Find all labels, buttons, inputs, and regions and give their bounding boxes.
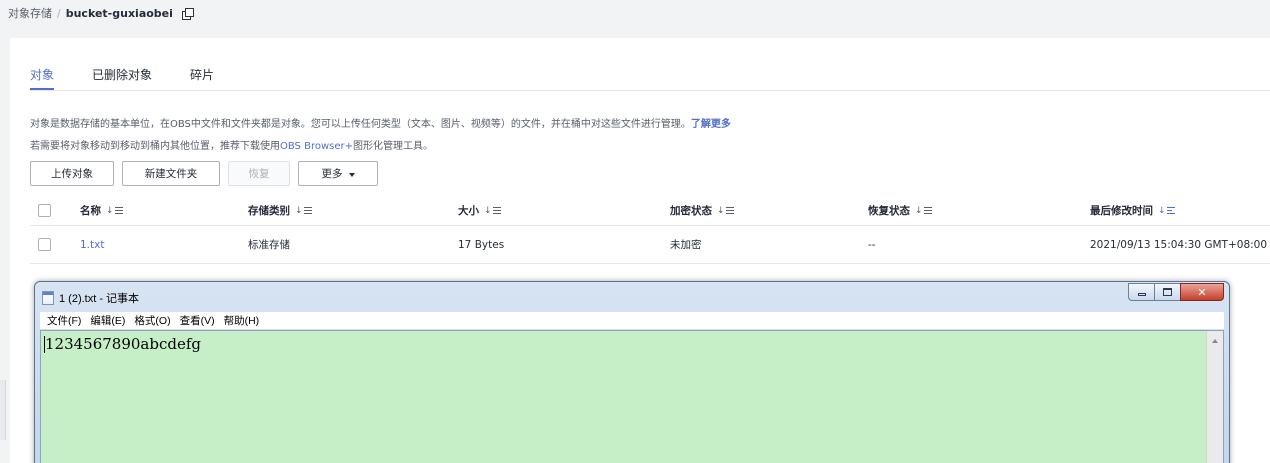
more-label: 更多 (321, 168, 343, 180)
column-header-encryption[interactable]: 加密状态 ↓ (670, 196, 734, 225)
minimize-icon (1137, 293, 1146, 296)
upload-object-button[interactable]: 上传对象 (30, 161, 114, 186)
menu-edit[interactable]: 编辑(E) (90, 313, 125, 328)
tab-fragments[interactable]: 碎片 (190, 66, 214, 90)
sort-icon[interactable]: ↓ (106, 206, 123, 216)
column-encryption-label: 加密状态 (670, 205, 712, 217)
cell-encryption: 未加密 (670, 239, 702, 251)
close-button[interactable]: ✕ (1180, 283, 1224, 301)
cell-storage-class: 标准存储 (248, 239, 290, 251)
column-header-restore-status[interactable]: 恢复状态 ↓ (868, 196, 932, 225)
cell-name: 1.txt (80, 226, 104, 263)
column-header-size[interactable]: 大小 ↓ (458, 196, 501, 225)
scroll-up-icon[interactable] (1212, 339, 1218, 343)
close-icon: ✕ (1197, 285, 1207, 299)
column-last-modified-label: 最后修改时间 (1090, 205, 1153, 217)
notepad-content: 1234567890abcdefg (43, 335, 202, 353)
sort-icon[interactable]: ↓ (484, 206, 501, 216)
sort-active-icon[interactable]: ↓ (1158, 206, 1175, 216)
column-restore-status-label: 恢复状态 (868, 205, 910, 217)
description-text-2: 若需要将对象移动到移动到桶内其他位置，推荐下载使用 (30, 141, 280, 152)
breadcrumb-root[interactable]: 对象存储 (8, 5, 52, 21)
tab-deleted-objects[interactable]: 已删除对象 (92, 66, 152, 90)
column-header-name[interactable]: 名称 ↓ (80, 196, 123, 225)
objects-table: 名称 ↓ 存储类别 ↓ 大小 ↓ 加密状态 ↓ 恢复状态 ↓ 最后修改时间 ↓ (30, 196, 1270, 264)
description-text: 对象是数据存储的基本单位，在OBS中文件和文件夹都是对象。您可以上传任何类型（文… (30, 119, 691, 130)
menu-help[interactable]: 帮助(H) (224, 313, 260, 328)
tabs-divider (30, 90, 1270, 91)
column-storage-class-label: 存储类别 (248, 205, 290, 217)
toolbar: 上传对象 新建文件夹 恢复 更多 (30, 161, 378, 186)
more-button[interactable]: 更多 (298, 161, 378, 186)
cell-restore-status: -- (868, 238, 876, 251)
column-header-storage-class[interactable]: 存储类别 ↓ (248, 196, 312, 225)
description-line-1: 对象是数据存储的基本单位，在OBS中文件和文件夹都是对象。您可以上传任何类型（文… (30, 115, 731, 130)
window-controls: ✕ (1128, 283, 1224, 301)
table-header: 名称 ↓ 存储类别 ↓ 大小 ↓ 加密状态 ↓ 恢复状态 ↓ 最后修改时间 ↓ (30, 196, 1270, 226)
side-panel-edge (0, 380, 6, 440)
column-header-last-modified[interactable]: 最后修改时间 ↓ (1090, 196, 1175, 225)
row-checkbox[interactable] (38, 238, 51, 251)
description-suffix: 图形化管理工具。 (352, 141, 433, 152)
select-all-cell (38, 196, 51, 225)
cell-last-modified: 2021/09/13 15:04:30 GMT+08:00 (1090, 238, 1268, 251)
cell-size: 17 Bytes (458, 238, 505, 251)
tab-objects[interactable]: 对象 (30, 66, 55, 90)
notepad-titlebar[interactable]: 1 (2).txt - 记事本 ✕ (35, 282, 1229, 312)
row-select-cell (38, 226, 51, 263)
menu-format[interactable]: 格式(O) (134, 313, 170, 328)
sort-icon[interactable]: ↓ (915, 206, 932, 216)
sort-icon[interactable]: ↓ (717, 206, 734, 216)
column-size-label: 大小 (458, 205, 479, 217)
minimize-button[interactable] (1128, 283, 1154, 301)
menu-file[interactable]: 文件(F) (47, 313, 81, 328)
vertical-scrollbar[interactable] (1206, 331, 1223, 463)
description-line-2: 若需要将对象移动到移动到桶内其他位置，推荐下载使用OBS Browser+图形化… (30, 137, 433, 152)
notepad-title: 1 (2).txt - 记事本 (59, 293, 140, 305)
restore-button[interactable]: 恢复 (228, 161, 290, 186)
notepad-editor[interactable]: 1234567890abcdefg (40, 330, 1224, 463)
learn-more-link[interactable]: 了解更多 (691, 119, 731, 130)
breadcrumb-separator: / (57, 6, 61, 20)
maximize-button[interactable] (1154, 283, 1180, 301)
caret-down-icon (348, 172, 355, 177)
notepad-window: 1 (2).txt - 记事本 ✕ 文件(F) 编辑(E) 格式(O) 查看(V… (34, 281, 1230, 463)
maximize-icon (1163, 288, 1172, 296)
select-all-checkbox[interactable] (38, 204, 51, 217)
column-name-label: 名称 (80, 205, 101, 217)
menu-view[interactable]: 查看(V) (180, 313, 215, 328)
tab-bar: 对象 已删除对象 碎片 (30, 66, 252, 90)
notepad-menubar: 文件(F) 编辑(E) 格式(O) 查看(V) 帮助(H) (40, 312, 1224, 330)
sort-icon[interactable]: ↓ (295, 206, 312, 216)
notepad-icon (42, 291, 54, 305)
table-row: 1.txt 标准存储 17 Bytes 未加密 -- 2021/09/13 15… (30, 226, 1270, 264)
bucket-name: bucket-guxiaobei (65, 6, 173, 20)
breadcrumb: 对象存储 / bucket-guxiaobei (8, 4, 194, 22)
object-name-link[interactable]: 1.txt (80, 239, 104, 251)
copy-icon[interactable] (181, 7, 194, 20)
obs-browser-link[interactable]: OBS Browser+ (280, 141, 353, 152)
new-folder-button[interactable]: 新建文件夹 (122, 161, 220, 186)
